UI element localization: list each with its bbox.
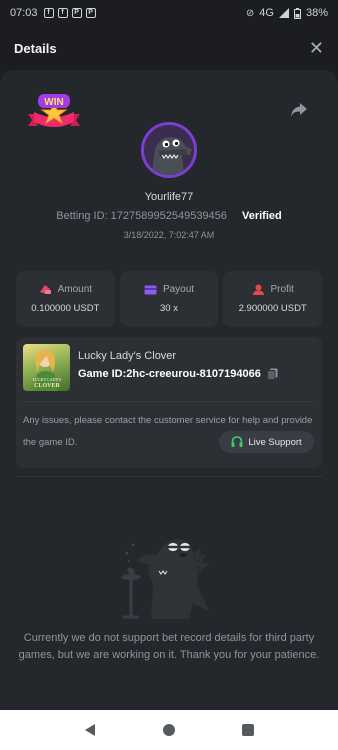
page-title: Details	[14, 40, 57, 56]
recents-icon[interactable]	[241, 723, 255, 737]
back-icon[interactable]	[83, 723, 97, 737]
card-divider	[23, 401, 315, 402]
username: Yourlife77	[144, 191, 194, 203]
stat-payout: Payout 30 x	[119, 271, 219, 327]
live-support-button[interactable]: Live Support	[219, 431, 314, 453]
android-nav-bar	[0, 710, 338, 750]
avatar	[141, 122, 197, 178]
bet-datetime: 3/18/2022, 7:02:47 AM	[123, 230, 215, 240]
signal-icon	[278, 8, 289, 18]
game-thumbnail-art: LUCKY LADY'S CLOVER	[33, 349, 62, 391]
status-time: 07:03	[10, 7, 38, 19]
game-id-line: Game ID:2hc-creeurou-8107194066	[78, 368, 278, 380]
notification-icon: P	[85, 8, 96, 18]
network-label: 4G	[259, 7, 274, 19]
game-name: Lucky Lady's Clover	[78, 350, 177, 362]
crocodile-avatar-icon	[144, 125, 194, 175]
copy-icon[interactable]	[266, 368, 278, 380]
battery-label: 38%	[305, 7, 328, 19]
notification-icon: P	[71, 8, 82, 18]
alarm-off-icon: ⊘	[245, 7, 255, 19]
facebook-icon: f	[43, 8, 54, 18]
battery-icon	[293, 7, 301, 19]
home-icon[interactable]	[162, 723, 176, 737]
facebook-icon: f	[57, 8, 68, 18]
stat-amount-value: 0.100000 USDT	[31, 303, 100, 314]
stat-amount-label: Amount	[57, 284, 93, 295]
crocodile-waiting-illustration	[121, 539, 209, 619]
bet-stats: Amount 0.100000 USDT Payout 30 x Profit …	[16, 271, 323, 327]
details-sheet: WIN Yourlife77 Betting ID: 1727589952549…	[0, 70, 338, 710]
betting-id-value: 1727589952549539456	[110, 210, 227, 222]
status-bar: 07:03 f f P P ⊘ 4G 38%	[0, 0, 338, 26]
headset-icon	[231, 436, 243, 447]
empty-state-message: Currently we do not support bet record d…	[18, 632, 320, 661]
stat-profit-label: Profit	[270, 284, 294, 295]
live-support-label: Live Support	[248, 436, 302, 448]
game-card: LUCKY LADY'S CLOVER Lucky Lady's Clover …	[16, 337, 322, 468]
section-divider	[16, 476, 322, 477]
stat-profit-value: 2.900000 USDT	[238, 303, 307, 314]
profit-icon	[252, 284, 264, 295]
game-id-text: Game ID:2hc-creeurou-8107194066	[78, 368, 261, 380]
details-header: Details ✕	[0, 26, 338, 70]
payout-icon	[144, 285, 157, 294]
win-badge-icon: WIN	[28, 94, 80, 127]
amount-icon	[39, 285, 51, 294]
game-id-label: Game ID:	[78, 368, 127, 380]
win-badge-text: WIN	[44, 97, 63, 108]
stat-payout-label: Payout	[162, 284, 195, 295]
stat-profit: Profit 2.900000 USDT	[223, 271, 323, 327]
verified-badge: Verified	[241, 210, 282, 222]
game-id-value: 2hc-creeurou-8107194066	[126, 368, 261, 380]
stat-payout-value: 30 x	[160, 303, 178, 314]
betting-id-label: Betting ID:	[56, 210, 108, 222]
betting-id-line: Betting ID: 1727589952549539456 Verified	[0, 210, 338, 222]
game-thumbnail[interactable]: LUCKY LADY'S CLOVER	[23, 344, 70, 391]
close-icon[interactable]: ✕	[309, 39, 324, 57]
stat-amount: Amount 0.100000 USDT	[16, 271, 115, 327]
thumb-title-line2: CLOVER	[34, 383, 60, 389]
share-icon[interactable]	[290, 102, 308, 118]
thumb-title-line1: LUCKY LADY'S	[33, 377, 62, 382]
